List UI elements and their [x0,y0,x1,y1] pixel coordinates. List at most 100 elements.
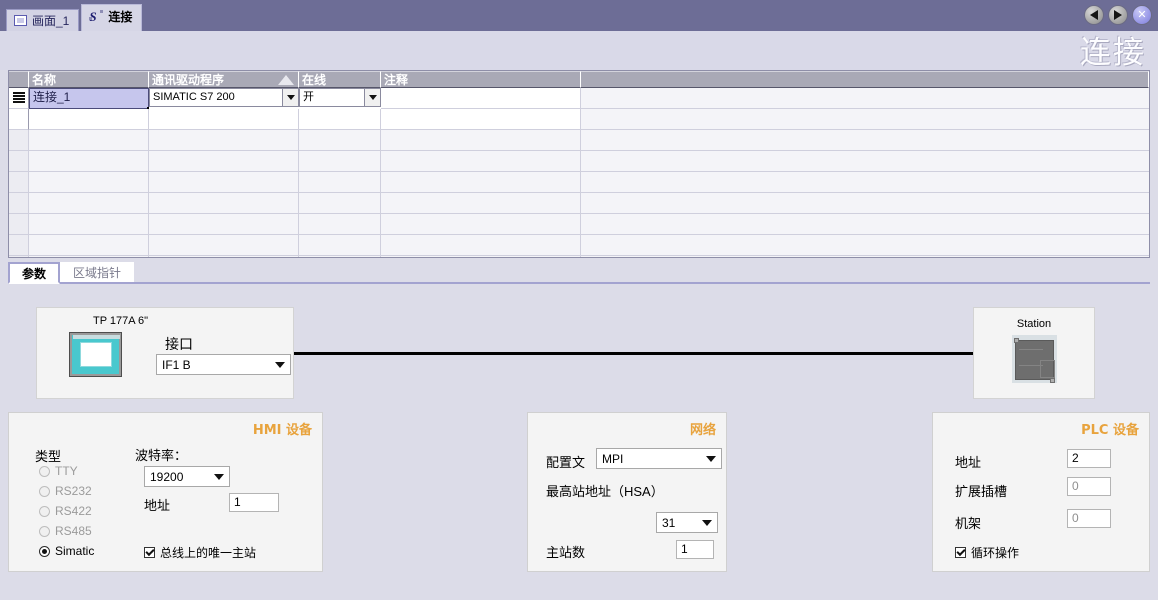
online-dropdown-button[interactable] [364,89,380,106]
table-row[interactable] [9,172,1149,193]
cell-online[interactable] [299,172,381,193]
table-row[interactable]: 连接_1 SIMATIC S7 200 开 [9,88,1149,109]
cell-driver[interactable] [149,172,299,193]
cell-comment[interactable] [381,151,581,172]
cell-comment[interactable] [381,172,581,193]
row-selector[interactable] [9,172,29,193]
cell-driver[interactable] [149,256,299,257]
cell-driver-combo[interactable]: SIMATIC S7 200 [149,88,299,107]
row-selector[interactable] [9,214,29,235]
cell-driver[interactable] [149,130,299,151]
cell-online[interactable] [299,109,381,130]
masters-input[interactable]: 1 [676,540,714,559]
cell-connection-name[interactable] [29,214,149,235]
cell-comment[interactable] [381,130,581,151]
chevron-down-icon[interactable] [275,361,285,368]
cell-connection-name[interactable] [29,235,149,256]
cell-online[interactable] [299,130,381,151]
cell-comment[interactable] [381,193,581,214]
interface-combo[interactable]: IF1 B [156,354,291,375]
cell-comment[interactable] [381,88,581,109]
cell-connection-name[interactable] [29,193,149,214]
profile-combo[interactable]: MPI [596,448,722,469]
cell-driver[interactable] [149,193,299,214]
table-row[interactable] [9,151,1149,172]
table-row[interactable] [9,109,1149,130]
radio-type-rs422[interactable]: RS422 [39,504,92,518]
grid-header-row: 名称 通讯驱动程序 在线 注释 [9,71,1149,88]
cell-driver[interactable] [149,109,299,130]
cyclic-operation-checkbox[interactable]: 循环操作 [955,544,1019,561]
row-handle-icon [12,92,25,104]
table-row[interactable] [9,130,1149,151]
close-button[interactable]: ✕ [1132,5,1152,25]
chevron-down-icon[interactable] [214,473,224,480]
row-selector[interactable] [9,235,29,256]
row-selector[interactable] [9,151,29,172]
document-tab-connections[interactable]: S 连接 [81,4,143,31]
cell-connection-name[interactable]: 连接_1 [29,88,149,109]
hmi-device-node[interactable]: TP 177A 6" 接口 IF1 B [36,307,294,399]
chevron-down-icon[interactable] [702,519,712,526]
cell-online[interactable] [299,214,381,235]
grid-corner-header [9,71,29,88]
grid-col-name[interactable]: 名称 [29,71,149,88]
grid-col-driver[interactable]: 通讯驱动程序 [149,71,299,88]
radio-type-tty[interactable]: TTY [39,464,78,478]
hsa-combo[interactable]: 31 [656,512,718,533]
document-tab-screen1-label: 画面_1 [32,13,70,28]
tab-area-pointer[interactable]: 区域指针 [60,262,135,282]
tab-parameters[interactable]: 参数 [8,262,61,284]
cell-connection-name[interactable] [29,109,149,130]
screen-icon [14,15,27,26]
plc-station-node[interactable]: Station [973,307,1095,399]
expansion-slot-input[interactable]: 0 [1067,477,1111,496]
cell-connection-name[interactable] [29,256,149,257]
document-tab-screen1[interactable]: 画面_1 [6,9,80,31]
nav-prev-button[interactable] [1084,5,1104,25]
chevron-down-icon[interactable] [706,455,716,462]
row-selector[interactable] [9,109,29,130]
radio-type-simatic[interactable]: Simatic [39,544,94,558]
row-selector[interactable] [9,88,29,109]
cell-online[interactable] [299,193,381,214]
cell-online[interactable] [299,151,381,172]
row-selector[interactable] [9,130,29,151]
cell-comment[interactable] [381,109,581,130]
cell-driver[interactable] [149,214,299,235]
connections-grid: 名称 通讯驱动程序 在线 注释 连接_1 SIMATIC S7 200 开 [8,70,1150,258]
table-row[interactable] [9,193,1149,214]
grid-col-comment[interactable]: 注释 [381,71,581,88]
nav-next-button[interactable] [1108,5,1128,25]
row-selector[interactable] [9,193,29,214]
hmi-address-input[interactable]: 1 [229,493,279,512]
cell-online[interactable] [299,256,381,257]
network-panel-title: 网络 [689,423,716,438]
radio-type-rs232[interactable]: RS232 [39,484,92,498]
cell-comment[interactable] [381,235,581,256]
row-selector[interactable] [9,256,29,257]
rack-input[interactable]: 0 [1067,509,1111,528]
cell-connection-name[interactable] [29,130,149,151]
cell-online[interactable] [299,235,381,256]
table-row[interactable] [9,214,1149,235]
radio-type-rs485[interactable]: RS485 [39,524,92,538]
table-row[interactable] [9,256,1149,257]
baud-rate-combo[interactable]: 19200 [144,466,230,487]
cell-driver[interactable] [149,151,299,172]
driver-dropdown-button[interactable] [282,89,298,106]
plc-address-input[interactable]: 2 [1067,449,1111,468]
table-row[interactable] [9,235,1149,256]
cell-comment[interactable] [381,214,581,235]
radio-type-rs422-label: RS422 [55,504,92,518]
grid-col-online[interactable]: 在线 [299,71,381,88]
cell-driver[interactable] [149,235,299,256]
only-master-checkbox[interactable]: 总线上的唯一主站 [144,544,256,561]
cell-online-combo[interactable]: 开 [299,88,381,107]
document-tab-strip: 画面_1 S 连接 [6,4,144,31]
baud-rate-label: 波特率： [135,448,188,463]
radio-type-rs485-label: RS485 [55,524,92,538]
cell-comment[interactable] [381,256,581,257]
cell-connection-name[interactable] [29,172,149,193]
cell-connection-name[interactable] [29,151,149,172]
